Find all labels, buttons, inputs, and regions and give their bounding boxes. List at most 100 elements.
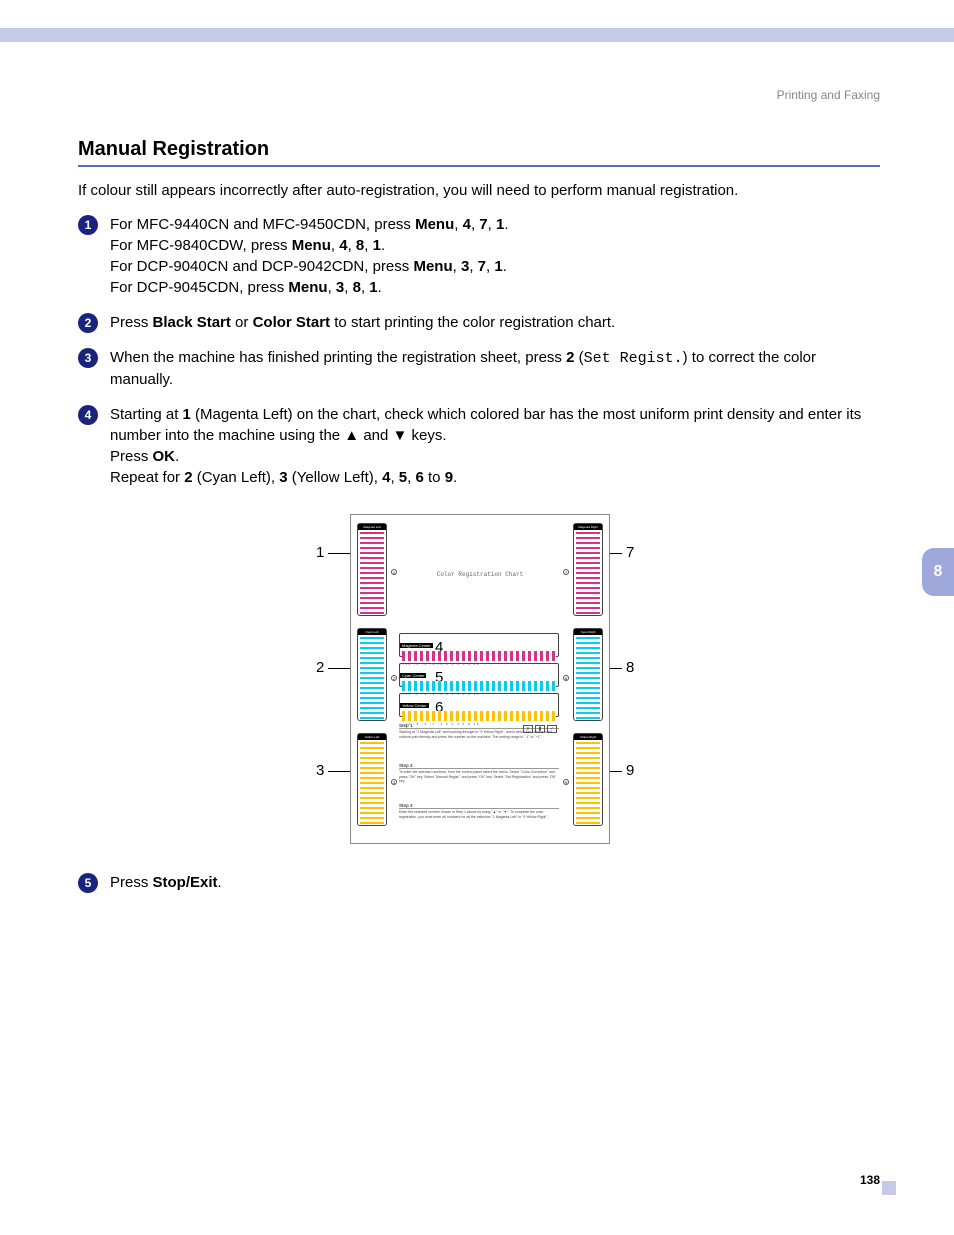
t: Starting at <box>110 406 183 423</box>
t: OK <box>153 448 176 465</box>
t: . <box>504 216 508 233</box>
t: . <box>378 279 382 296</box>
yellow-center-box: Yellow Center -10 -8 -6 -4 -2 0 2 4 6 8 … <box>399 693 559 717</box>
step-3-body: When the machine has finished printing t… <box>110 347 880 390</box>
step-bullet-1: 1 <box>78 215 98 235</box>
box-header: Yellow Left <box>358 734 386 740</box>
box-header: Magenta Right <box>574 524 602 530</box>
t: 3 <box>279 469 287 486</box>
step-bullet-3: 3 <box>78 348 98 368</box>
box-header: Yellow Right <box>574 734 602 740</box>
yellow-left-box: Yellow Left <box>357 733 387 826</box>
t: 1 <box>183 406 191 423</box>
t: 7 <box>479 216 487 233</box>
info-icon: 1 <box>391 569 397 575</box>
step-2-body: Press Black Start or Color Start to star… <box>110 312 880 333</box>
t: 4 <box>463 216 471 233</box>
t: 8 <box>356 237 364 254</box>
steps-list: 1 For MFC-9440CN and MFC-9450CDN, press … <box>78 214 880 502</box>
t: Press <box>110 314 153 331</box>
step-5: 5 Press Stop/Exit. <box>78 872 880 907</box>
magenta-center-box: Magenta Center -10 -8 -6 -4 -2 0 2 4 6 8… <box>399 633 559 657</box>
t: , <box>453 258 461 275</box>
registration-chart-figure: 1 2 3 7 8 9 4 5 6 Magenta Left Cyan Left… <box>300 504 660 854</box>
t: , <box>328 279 336 296</box>
page-number: 138 <box>860 1173 880 1187</box>
t: Menu <box>413 258 452 275</box>
cyan-center-box: Cyan Center -10 -8 -6 -4 -2 0 2 4 6 8 10 <box>399 663 559 687</box>
callout-1: 1 <box>316 544 324 561</box>
t: Menu <box>292 237 331 254</box>
t: 5 <box>399 469 407 486</box>
chart-sheet: 4 5 6 Magenta Left Cyan Left Yellow Left… <box>350 514 610 844</box>
chart-title: Color Registration Chart <box>411 571 549 578</box>
step-1-body: For MFC-9440CN and MFC-9450CDN, press Me… <box>110 214 880 298</box>
t: (Cyan Left), <box>193 469 280 486</box>
stripes-icon <box>402 711 556 721</box>
t: . <box>503 258 507 275</box>
t: 1 <box>369 279 377 296</box>
t: Repeat for <box>110 469 184 486</box>
step-4-body: Starting at 1 (Magenta Left) on the char… <box>110 404 880 488</box>
t: 3 <box>336 279 344 296</box>
t: ( <box>574 349 583 366</box>
t: When the machine has finished printing t… <box>110 349 566 366</box>
t: or <box>231 314 253 331</box>
t: Stop/Exit <box>153 874 218 891</box>
t: 6 <box>415 469 423 486</box>
callout-9: 9 <box>626 762 634 779</box>
callout-8: 8 <box>626 659 634 676</box>
t: For DCP-9040CN and DCP-9042CDN, press <box>110 258 413 275</box>
stripes-icon <box>360 742 384 824</box>
t: , <box>364 237 372 254</box>
cyan-right-box: Cyan Right <box>573 628 603 721</box>
cyan-left-box: Cyan Left <box>357 628 387 721</box>
stripes-icon <box>402 651 556 661</box>
info-icon: 9 <box>563 779 569 785</box>
info-icon: 8 <box>563 675 569 681</box>
box-header: Cyan Right <box>574 629 602 635</box>
t: (Yellow Left), <box>288 469 383 486</box>
t: , <box>469 258 477 275</box>
t: . <box>453 469 457 486</box>
chapter-tab[interactable]: 8 <box>922 548 954 596</box>
t: For MFC-9840CDW, press <box>110 237 292 254</box>
t: 8 <box>353 279 361 296</box>
t: For DCP-9045CDN, press <box>110 279 288 296</box>
instr-title: Step 2 <box>399 763 559 769</box>
instruction-step-3: Step 3 Enter the selected number shown i… <box>399 803 559 819</box>
instruction-step-1: Step 1 Starting at "1 Magenta Left" and … <box>399 723 559 739</box>
magenta-left-box: Magenta Left <box>357 523 387 616</box>
breadcrumb: Printing and Faxing <box>777 88 880 102</box>
step-bullet-4: 4 <box>78 405 98 425</box>
t: . <box>381 237 385 254</box>
t: Press <box>110 448 153 465</box>
instr-title: Step 3 <box>399 803 559 809</box>
section-title: Manual Registration <box>78 138 880 167</box>
callout-2: 2 <box>316 659 324 676</box>
t: , <box>454 216 462 233</box>
t: , <box>331 237 339 254</box>
box-header: Magenta Center <box>400 643 433 648</box>
box-header: Cyan Center <box>400 673 426 678</box>
stripes-icon <box>360 532 384 614</box>
instruction-step-2: Step 2 To enter the selected numbers, fr… <box>399 763 559 783</box>
step-1: 1 For MFC-9440CN and MFC-9450CDN, press … <box>78 214 880 298</box>
box-header: Yellow Center <box>400 703 429 708</box>
stripes-icon <box>402 681 556 691</box>
step-3: 3 When the machine has finished printing… <box>78 347 880 390</box>
instr-body: Enter the selected number shown in Step … <box>399 810 559 818</box>
step-2: 2 Press Black Start or Color Start to st… <box>78 312 880 333</box>
t: Color Start <box>253 314 331 331</box>
stripes-icon <box>360 637 384 719</box>
t: . <box>218 874 222 891</box>
t: 4 <box>339 237 347 254</box>
t: 2 <box>184 469 192 486</box>
t: Menu <box>415 216 454 233</box>
info-icon: 2 <box>391 675 397 681</box>
page-accent-icon <box>882 1181 896 1195</box>
t: 1 <box>373 237 381 254</box>
magenta-right-box: Magenta Right <box>573 523 603 616</box>
t: 1 <box>494 258 502 275</box>
t: , <box>344 279 352 296</box>
